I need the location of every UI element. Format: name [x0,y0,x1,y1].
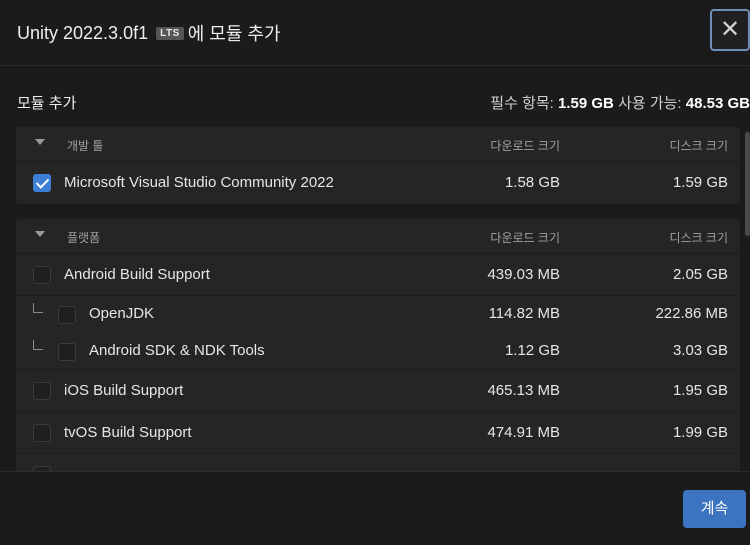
section-header[interactable]: 개발 툴 다운로드 크기 디스크 크기 [16,127,740,162]
module-row-partial[interactable] [16,454,740,471]
checkbox-openjdk[interactable] [58,306,76,324]
section-title: 개발 툴 [67,139,104,153]
required-value: 1.59 GB [558,95,614,112]
module-row-visual-studio[interactable]: Microsoft Visual Studio Community 2022 1… [16,162,740,204]
disk-size: 3.03 GB [672,342,728,359]
module-row-ios[interactable]: iOS Build Support 465.13 MB 1.95 GB [16,370,740,412]
column-disk-size: 디스크 크기 [669,231,728,245]
module-label: iOS Build Support [64,382,184,399]
disk-size: 1.99 GB [672,424,728,441]
close-icon: ✕ [719,16,741,43]
module-label: tvOS Build Support [64,424,192,441]
available-label: 사용 가능: [618,95,682,112]
caret-down-icon[interactable] [35,139,45,145]
title-app-version: Unity 2022.3.0f1 [17,22,149,43]
caret-down-icon[interactable] [35,231,45,237]
summary-bar: 모듈 추가 필수 항목: 1.59 GB 사용 가능: 48.53 GB [17,92,750,112]
tree-branch-icon [33,303,43,313]
disk-size: 222.86 MB [655,305,728,322]
title-suffix: 에 모듈 추가 [187,24,281,44]
download-size: 465.13 MB [487,382,560,399]
section-platforms: 플랫폼 다운로드 크기 디스크 크기 Android Build Support… [16,219,740,471]
module-row-android-sdk-ndk[interactable]: Android SDK & NDK Tools 1.12 GB 3.03 GB [16,333,740,370]
required-label: 필수 항목: [490,95,554,112]
module-row-tvos[interactable]: tvOS Build Support 474.91 MB 1.99 GB [16,412,740,454]
checkbox-visual-studio[interactable] [33,174,51,192]
dialog-header: Unity 2022.3.0f1 LTS 에 모듈 추가 ✕ [0,0,750,66]
module-label: Android SDK & NDK Tools [89,342,265,359]
disk-size: 1.59 GB [672,174,728,191]
module-row-openjdk[interactable]: OpenJDK 114.82 MB 222.86 MB [16,296,740,333]
space-summary: 필수 항목: 1.59 GB 사용 가능: 48.53 GB [490,92,750,113]
dialog-footer: 계속 [0,471,750,545]
module-label: Android Build Support [64,266,210,283]
checkbox-ios[interactable] [33,382,51,400]
section-heading: 모듈 추가 [17,95,77,112]
lts-badge: LTS [156,26,184,40]
checkbox-tvos[interactable] [33,424,51,442]
download-size: 1.58 GB [504,174,560,191]
section-dev-tools: 개발 툴 다운로드 크기 디스크 크기 Microsoft Visual Stu… [16,127,740,204]
available-value: 48.53 GB [685,95,750,112]
module-label: OpenJDK [89,305,155,322]
download-size: 474.91 MB [487,424,560,441]
download-size: 1.12 GB [504,342,560,359]
section-header[interactable]: 플랫폼 다운로드 크기 디스크 크기 [16,219,740,254]
checkbox-android-sdk-ndk[interactable] [58,343,76,361]
column-download-size: 다운로드 크기 [490,231,560,245]
dialog-title: Unity 2022.3.0f1 LTS 에 모듈 추가 [17,20,281,46]
module-row-android[interactable]: Android Build Support 439.03 MB 2.05 GB [16,254,740,296]
module-list: 개발 툴 다운로드 크기 디스크 크기 Microsoft Visual Stu… [16,127,740,471]
tree-branch-icon [33,340,43,350]
column-disk-size: 디스크 크기 [669,139,728,153]
download-size: 114.82 MB [488,305,560,322]
column-download-size: 다운로드 크기 [490,139,560,153]
download-size: 439.03 MB [487,266,560,283]
module-label: Microsoft Visual Studio Community 2022 [64,174,334,191]
section-title: 플랫폼 [67,231,101,245]
disk-size: 2.05 GB [672,266,728,283]
continue-button[interactable]: 계속 [683,490,746,528]
close-button[interactable]: ✕ [710,9,750,51]
disk-size: 1.95 GB [672,382,728,399]
list-scrollbar[interactable] [745,132,750,236]
checkbox-android[interactable] [33,266,51,284]
